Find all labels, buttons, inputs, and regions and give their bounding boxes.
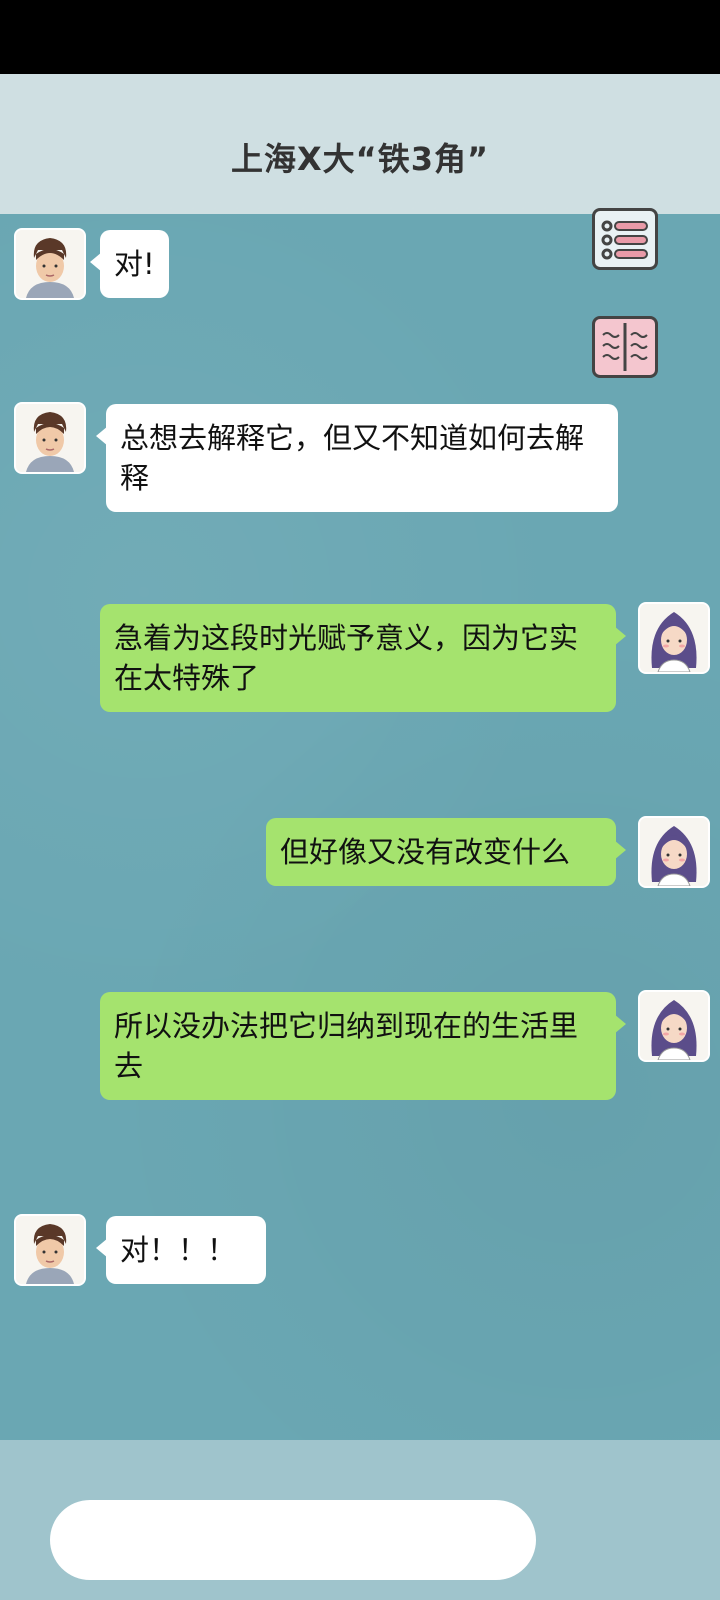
status-bar bbox=[0, 0, 720, 74]
message-bubble: 但好像又没有改变什么 bbox=[266, 818, 626, 886]
boy-avatar[interactable] bbox=[16, 1216, 84, 1284]
open-book-icon bbox=[602, 323, 648, 371]
message-bubble: 对！！！ bbox=[96, 1216, 266, 1284]
message-bubble: 所以没办法把它归纳到现在的生活里去 bbox=[100, 992, 626, 1100]
book-button[interactable] bbox=[592, 316, 658, 378]
girl-avatar[interactable] bbox=[640, 818, 708, 886]
girl-avatar[interactable] bbox=[640, 992, 708, 1060]
page-title: 上海X大“铁3角” bbox=[230, 140, 489, 178]
list-menu-icon bbox=[601, 220, 648, 260]
menu-button[interactable] bbox=[592, 208, 658, 270]
boy-avatar[interactable] bbox=[16, 404, 84, 472]
message-bubble: 总想去解释它，但又不知道如何去解释 bbox=[96, 404, 618, 512]
message-bubble: 急着为这段时光赋予意义，因为它实在太特殊了 bbox=[100, 604, 626, 712]
message-input[interactable] bbox=[50, 1500, 536, 1580]
message-bubble: 对! bbox=[90, 230, 169, 298]
girl-avatar[interactable] bbox=[640, 604, 708, 672]
boy-avatar[interactable] bbox=[16, 230, 84, 298]
